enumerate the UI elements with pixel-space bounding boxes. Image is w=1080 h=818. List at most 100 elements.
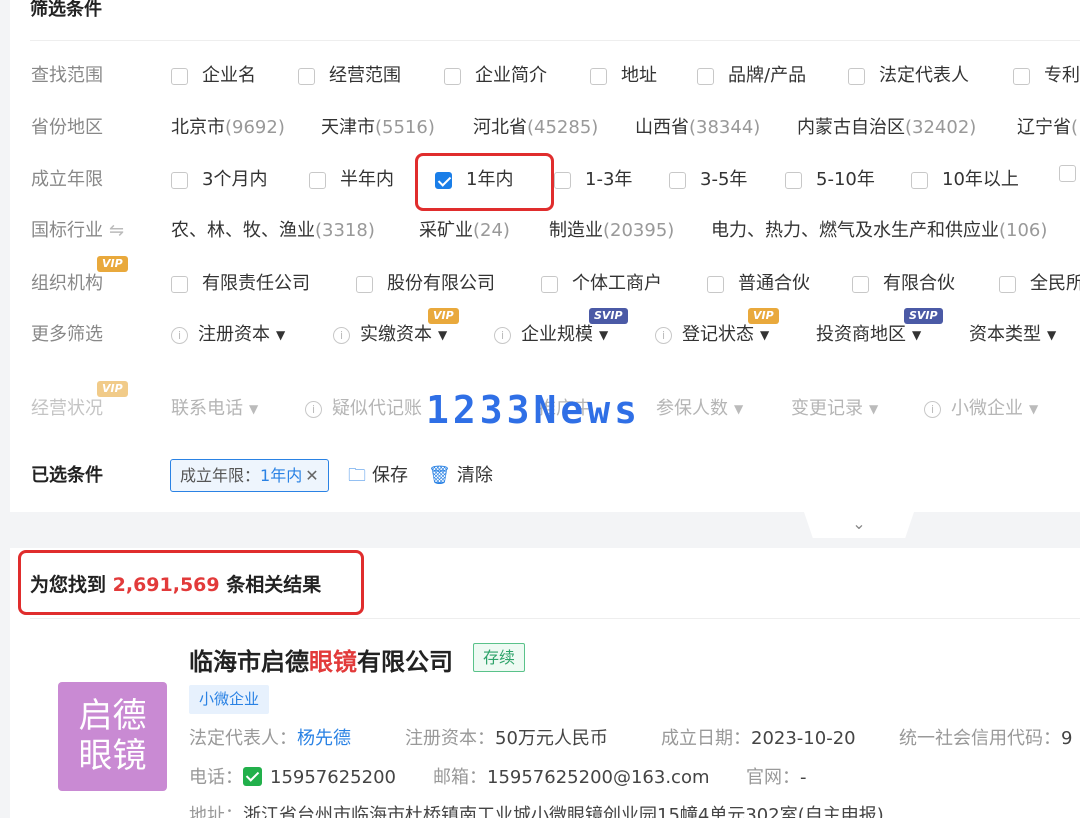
- company-name-link[interactable]: 临海市启德眼镜有限公司: [189, 642, 453, 677]
- filter-dropdown-registered-capital[interactable]: i 注册资本 ▼: [171, 320, 285, 350]
- filter-dropdown-proxy-accounting[interactable]: i 疑似代记账: [305, 394, 422, 424]
- checkbox[interactable]: [309, 171, 326, 189]
- checkbox[interactable]: [171, 275, 188, 293]
- checkbox[interactable]: [1059, 165, 1076, 182]
- checkbox[interactable]: [1013, 67, 1030, 85]
- founded-option-half-year[interactable]: 半年内: [309, 165, 394, 195]
- founded-label: 成立年限: [31, 169, 103, 190]
- filter-dropdown-insured-count[interactable]: 参保人数 ▼: [656, 394, 743, 424]
- info-icon: i: [333, 326, 350, 344]
- filter-panel: 筛选条件 查找范围 企业名 经营范围 企业简介 地址 品牌/产品 法定代表人 专…: [10, 0, 1080, 512]
- industry-item[interactable]: 农、林、牧、渔业 (3318): [171, 216, 375, 246]
- folder-icon: 🗀: [348, 465, 366, 486]
- caret-down-icon: ▼: [734, 402, 744, 416]
- checkbox[interactable]: [444, 67, 461, 85]
- filter-dropdown-change-records[interactable]: 变更记录 ▼: [791, 394, 878, 424]
- checkbox[interactable]: [669, 171, 686, 189]
- checkbox[interactable]: [785, 171, 802, 189]
- address: 地址：浙江省台州市临海市杜桥镇南工业城小微眼镜创业园15幢4单元302室(自主申…: [189, 805, 884, 818]
- founded-option-10plus[interactable]: 10年以上: [911, 165, 1019, 195]
- scope-option-business-scope[interactable]: 经营范围: [298, 61, 401, 91]
- credit-code: 统一社会信用代码：9: [899, 728, 1073, 749]
- filter-dropdown-capital-type[interactable]: 资本类型 ▼: [969, 320, 1056, 350]
- org-option[interactable]: 全民所: [999, 269, 1080, 299]
- org-type-label: 组织机构: [31, 273, 103, 294]
- caret-down-icon: ▼: [869, 402, 879, 416]
- status-badge: 存续: [473, 643, 526, 672]
- founded-option-5-10years[interactable]: 5-10年: [785, 165, 875, 195]
- switch-icon[interactable]: ⇋: [109, 220, 124, 241]
- filter-dropdown-investor-region[interactable]: 投资商地区 ▼: [816, 320, 921, 350]
- website: 官网：-: [746, 767, 807, 788]
- caret-down-icon: ▼: [599, 328, 609, 342]
- clear-button[interactable]: 🗑 清除: [428, 459, 493, 492]
- checkbox[interactable]: [852, 275, 869, 293]
- province-item[interactable]: 河北省 (45285): [473, 113, 598, 143]
- checkbox[interactable]: [171, 67, 188, 85]
- checkbox[interactable]: [541, 275, 558, 293]
- scope-option-brand[interactable]: 品牌/产品: [697, 61, 806, 91]
- org-option[interactable]: 股份有限公司: [356, 269, 495, 299]
- checkbox[interactable]: [554, 171, 571, 189]
- checkbox[interactable]: [707, 275, 724, 293]
- registered-capital: 注册资本：50万元人民币: [405, 728, 608, 749]
- checkbox[interactable]: [171, 171, 188, 189]
- filter-dropdown-small-business[interactable]: i 小微企业 ▼: [924, 394, 1038, 424]
- verified-icon: [243, 767, 262, 786]
- email: 邮箱：15957625200@163.com: [433, 767, 710, 788]
- checkbox[interactable]: [697, 67, 714, 85]
- search-scope-label: 查找范围: [31, 65, 103, 86]
- close-icon[interactable]: ✕: [305, 466, 318, 485]
- scope-option-address[interactable]: 地址: [590, 61, 657, 91]
- scope-option-patent[interactable]: 专利: [1013, 61, 1080, 91]
- province-item[interactable]: 天津市 (5516): [321, 113, 435, 143]
- trash-icon: 🗑: [428, 465, 451, 486]
- industry-item[interactable]: 制造业 (20395): [549, 216, 674, 246]
- industry-item[interactable]: 采矿业 (24): [419, 216, 510, 246]
- save-button[interactable]: 🗀 保存: [348, 459, 408, 492]
- scope-option-company-intro[interactable]: 企业简介: [444, 61, 547, 91]
- scope-option-company-name[interactable]: 企业名: [171, 61, 256, 91]
- founded-option-3months[interactable]: 3个月内: [171, 165, 267, 195]
- org-option[interactable]: 个体工商户: [541, 269, 662, 299]
- chevron-down-icon: ⌄: [852, 514, 866, 533]
- checkbox[interactable]: [911, 171, 928, 189]
- selected-chip[interactable]: 成立年限：1年内 ✕: [170, 459, 329, 492]
- selected-conditions-label: 已选条件: [31, 465, 103, 486]
- company-logo[interactable]: 启德 眼镜: [58, 682, 167, 791]
- org-option[interactable]: 有限责任公司: [171, 269, 310, 299]
- search-scope-row: 查找范围 企业名 经营范围 企业简介 地址 品牌/产品 法定代表人 专利: [10, 61, 1080, 91]
- founded-option-1-3years[interactable]: 1-3年: [554, 165, 632, 195]
- phone: 电话： 15957625200: [189, 767, 396, 788]
- caret-down-icon: ▼: [1047, 328, 1057, 342]
- org-option[interactable]: 普通合伙: [707, 269, 810, 299]
- industry-item[interactable]: 电力、热力、燃气及水生产和供应业 (106): [711, 216, 1047, 246]
- province-item[interactable]: 北京市 (9692): [171, 113, 285, 143]
- founded-option-3-5years[interactable]: 3-5年: [669, 165, 747, 195]
- province-item[interactable]: 内蒙古自治区 (32402): [797, 113, 976, 143]
- scope-option-legal-rep[interactable]: 法定代表人: [848, 61, 969, 91]
- info-icon: i: [924, 400, 941, 418]
- caret-down-icon: ▼: [1029, 402, 1039, 416]
- province-item[interactable]: 辽宁省(: [1017, 113, 1078, 143]
- business-status-label: 经营状况: [31, 398, 103, 419]
- checkbox[interactable]: [999, 275, 1016, 293]
- checkbox[interactable]: [298, 67, 315, 85]
- info-icon: i: [494, 326, 511, 344]
- legal-rep-link[interactable]: 杨先德: [297, 728, 351, 749]
- company-tag: 小微企业: [189, 685, 270, 714]
- checkbox[interactable]: [590, 67, 607, 85]
- caret-down-icon: ▼: [760, 328, 770, 342]
- collapse-toggle[interactable]: ⌄: [804, 512, 914, 538]
- more-filters-label: 更多筛选: [31, 324, 103, 345]
- province-item[interactable]: 山西省 (38344): [635, 113, 760, 143]
- filter-dropdown-company-size[interactable]: i 企业规模 ▼: [494, 320, 608, 350]
- filter-dropdown-phone[interactable]: 联系电话 ▼: [171, 394, 258, 424]
- org-option[interactable]: 有限合伙: [852, 269, 955, 299]
- founded-option-more[interactable]: [1059, 165, 1080, 182]
- filter-dropdown-registration-status[interactable]: i 登记状态 ▼: [655, 320, 769, 350]
- info-icon: i: [305, 400, 322, 418]
- checkbox[interactable]: [356, 275, 373, 293]
- filter-dropdown-paid-capital[interactable]: i 实缴资本 ▼: [333, 320, 447, 350]
- checkbox[interactable]: [848, 67, 865, 85]
